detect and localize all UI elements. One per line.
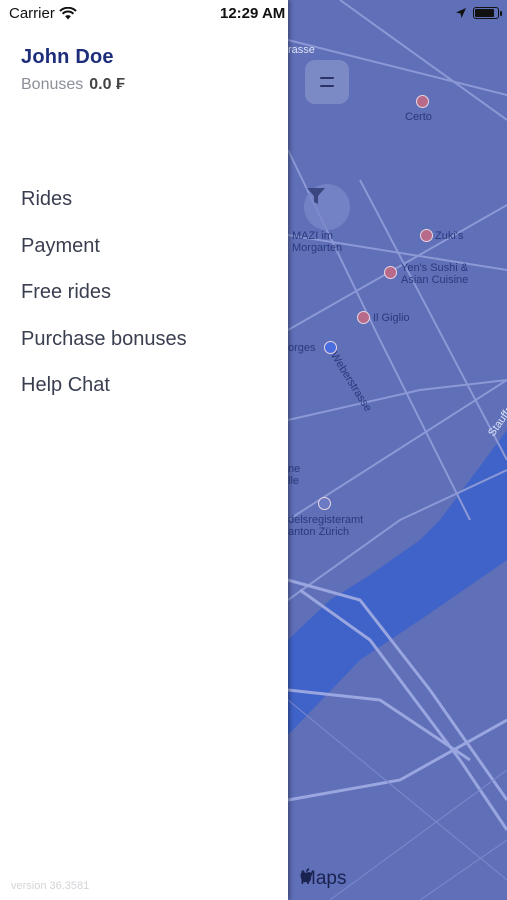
- map-poi-label: MAZI im Morgarten: [292, 230, 343, 254]
- menu-toggle-button[interactable]: [305, 60, 349, 104]
- map-poi-label: Il Giglio: [373, 312, 410, 324]
- map-poi-label: orges: [288, 342, 316, 354]
- battery-level: [475, 9, 495, 17]
- apple-maps-logo: Maps: [300, 868, 346, 890]
- menu-item-payment[interactable]: Payment: [21, 231, 187, 278]
- restaurant-marker-icon[interactable]: [416, 95, 429, 108]
- side-menu-drawer: John Doe Bonuses 0.0 ₣ Rides Payment Fre…: [0, 0, 288, 900]
- building-marker-icon[interactable]: [318, 497, 331, 510]
- menu-item-free-rides[interactable]: Free rides: [21, 277, 187, 324]
- status-time: 12:29 AM: [220, 5, 286, 22]
- app-version: version 36.3581: [11, 880, 90, 892]
- map-poi-label: Certo: [405, 111, 432, 123]
- bonuses-label: Bonuses: [21, 76, 84, 93]
- status-indicators: [455, 7, 502, 19]
- funnel-icon: [307, 188, 325, 204]
- apple-icon: [300, 868, 312, 883]
- menu-icon-line: [320, 85, 334, 87]
- bonuses-value: 0.0 ₣: [89, 76, 125, 93]
- carrier-indicator: Carrier: [9, 5, 77, 22]
- carrier-name: Carrier: [9, 5, 55, 22]
- map-poi-label: Yen's Sushi & Asian Cuisine: [401, 262, 469, 286]
- battery-icon: [473, 7, 502, 19]
- bonuses-balance: Bonuses 0.0 ₣: [21, 76, 125, 94]
- filter-button[interactable]: [304, 184, 350, 230]
- menu-item-purchase-bonuses[interactable]: Purchase bonuses: [21, 324, 187, 371]
- location-arrow-icon: [456, 8, 466, 18]
- restaurant-marker-icon[interactable]: [420, 229, 433, 242]
- menu-icon-line: [320, 77, 334, 79]
- map-poi-label: Zuki's: [435, 230, 464, 242]
- map-poi-label: ne lle: [288, 463, 301, 487]
- user-name[interactable]: John Doe: [21, 46, 114, 69]
- status-bar: Carrier 12:29 AM: [0, 0, 507, 28]
- menu-item-help-chat[interactable]: Help Chat: [21, 370, 187, 417]
- restaurant-marker-icon[interactable]: [384, 266, 397, 279]
- wifi-icon: [59, 7, 77, 20]
- side-menu-list: Rides Payment Free rides Purchase bonuse…: [21, 184, 187, 417]
- restaurant-marker-icon[interactable]: [357, 311, 370, 324]
- map-poi-label: delsregisteramt anton Zürich: [288, 514, 364, 538]
- map-street-label: rasse: [288, 44, 315, 56]
- menu-item-rides[interactable]: Rides: [21, 184, 187, 231]
